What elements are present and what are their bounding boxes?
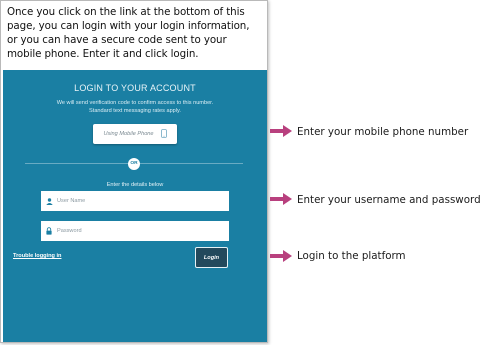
username-field[interactable] [41,191,229,211]
callout-arrow [270,250,292,262]
mobile-phone-icon [160,128,167,140]
callout-arrow [270,193,292,205]
callout-mobile-number: Enter your mobile phone number [297,126,469,138]
or-badge: OR [128,158,140,170]
verification-note-line: We will send verification code to confir… [56,100,214,106]
intro-line: page, you can login with your login info… [7,20,250,32]
user-icon [41,197,57,205]
arrow-right-icon [270,125,292,137]
lock-icon [41,227,57,235]
login-panel: LOGIN TO YOUR ACCOUNT We will send verif… [3,70,267,342]
intro-line: mobile phone. Enter it and click login. [7,48,199,60]
callout-username-password: Enter your username and password [297,194,481,206]
intro-line: or you can have a secure code sent to yo… [7,34,227,46]
intro-text: Once you click on the link at the bottom… [7,5,265,61]
login-button[interactable]: Login [195,247,228,268]
intro-line: Once you click on the link at the bottom… [7,6,245,18]
callout-arrow [270,125,292,137]
login-screenshot-frame: Once you click on the link at the bottom… [0,0,268,343]
arrow-right-icon [270,250,292,262]
verification-note: We will send verification code to confir… [27,99,243,115]
details-label: Enter the details below [106,182,164,188]
verification-note-line: Standard text messaging rates apply. [89,108,181,114]
using-mobile-phone-button[interactable]: Using Mobile Phone [93,124,177,144]
trouble-logging-in-link[interactable]: Trouble logging in [13,253,61,259]
arrow-right-icon [270,193,292,205]
password-input[interactable] [57,228,217,234]
panel-title: LOGIN TO YOUR ACCOUNT [74,83,196,93]
username-input[interactable] [57,198,217,204]
mobile-button-label: Using Mobile Phone [103,131,154,137]
password-field[interactable] [41,221,229,241]
callout-login-platform: Login to the platform [297,250,406,262]
